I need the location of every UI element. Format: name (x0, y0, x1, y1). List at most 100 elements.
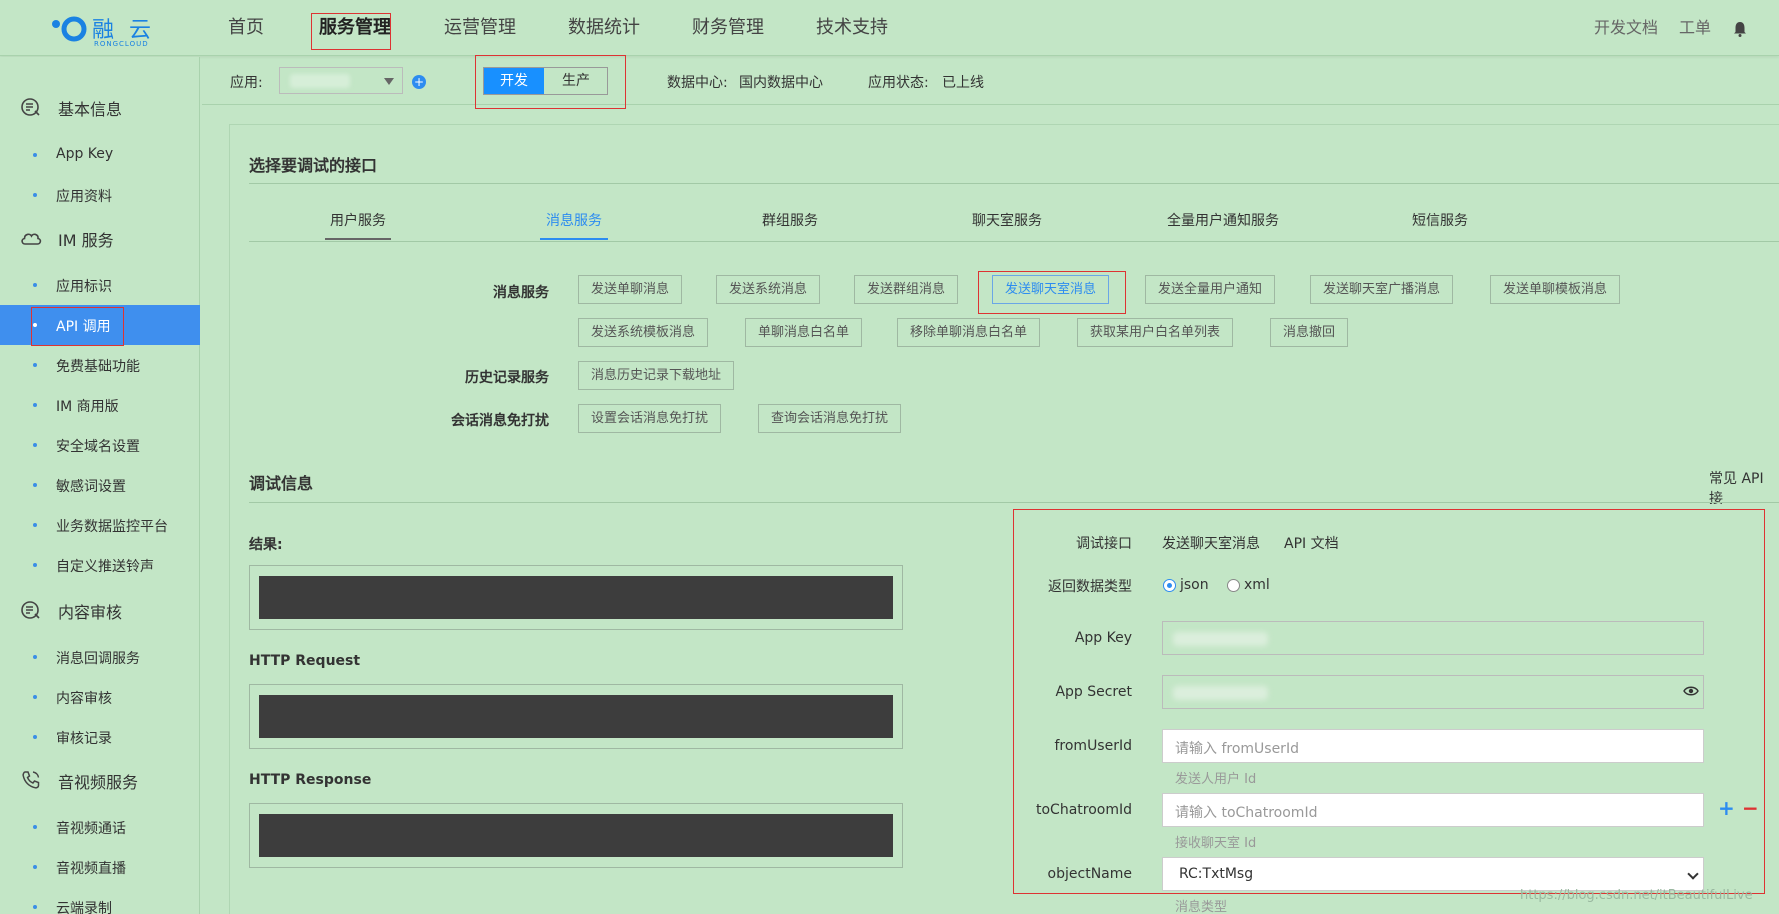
sidebar: 基本信息 App Key 应用资料 IM 服务 应用标识 API 调用 免费基础… (0, 57, 200, 914)
app-bar: 应用: + 开发 生产 数据中心: 国内数据中心 应用状态: 已上线 (202, 55, 1779, 109)
api-recall-message[interactable]: 消息撤回 (1270, 318, 1349, 347)
env-toggle: 开发 生产 (483, 67, 608, 95)
nav-finance-management[interactable]: 财务管理 (692, 0, 764, 56)
bullet-dot (33, 363, 37, 367)
from-user-input[interactable]: 请输入 fromUserId (1162, 729, 1704, 763)
sidebar-group-label: 基本信息 (58, 100, 123, 119)
api-history-download[interactable]: 消息历史记录下载地址 (578, 361, 735, 390)
sidebar-item-app-profile[interactable]: 应用资料 (0, 175, 200, 215)
api-send-system[interactable]: 发送系统消息 (716, 275, 821, 304)
add-field-icon[interactable]: + (1718, 798, 1735, 818)
chevron-down-icon (1687, 868, 1699, 880)
tab-group-service[interactable]: 群组服务 (762, 210, 818, 230)
select-api-title: 选择要调试的接口 (249, 156, 378, 175)
http-response-box (249, 803, 903, 868)
sidebar-group-basic-info[interactable]: 基本信息 (0, 86, 200, 126)
api-send-private-template[interactable]: 发送单聊模板消息 (1490, 275, 1621, 304)
divider (249, 183, 1779, 184)
api-send-broadcast[interactable]: 发送全量用户通知 (1145, 275, 1276, 304)
sidebar-item-av-call[interactable]: 音视频通话 (0, 807, 200, 847)
sidebar-item-cloud-recording[interactable]: 云端录制 (0, 887, 200, 914)
caret-down-icon (384, 78, 394, 85)
api-private-whitelist[interactable]: 单聊消息白名单 (745, 318, 863, 347)
result-label: 结果: (249, 537, 283, 553)
sidebar-item-content-review[interactable]: 内容审核 (0, 677, 200, 717)
sidebar-item-label: 应用资料 (56, 189, 112, 205)
radio-json[interactable] (1163, 579, 1176, 592)
env-prod-button[interactable]: 生产 (545, 68, 607, 94)
api-get-user-whitelist[interactable]: 获取某用户白名单列表 (1077, 318, 1234, 347)
remove-field-icon[interactable]: − (1742, 798, 1759, 818)
object-name-value: RC:TxtMsg (1179, 866, 1254, 882)
sidebar-item-label: 音视频通话 (56, 821, 126, 837)
debug-api-label: 调试接口 (1076, 536, 1132, 552)
add-app-icon[interactable]: + (412, 75, 426, 89)
sidebar-item-label: 消息回调服务 (56, 651, 140, 667)
sidebar-item-av-live[interactable]: 音视频直播 (0, 847, 200, 887)
sidebar-item-label: 自定义推送铃声 (56, 559, 154, 575)
api-send-private[interactable]: 发送单聊消息 (578, 275, 683, 304)
appsecret-value-blurred (1173, 686, 1268, 700)
sidebar-item-app-identity[interactable]: 应用标识 (0, 265, 200, 305)
debug-divider (249, 502, 1779, 503)
appsecret-input[interactable] (1162, 675, 1704, 709)
tab-user-service[interactable]: 用户服务 (330, 210, 386, 230)
api-remove-private-whitelist[interactable]: 移除单聊消息白名单 (897, 318, 1041, 347)
env-dev-button[interactable]: 开发 (484, 68, 544, 94)
nav-data-statistics[interactable]: 数据统计 (568, 0, 640, 56)
http-request-content-redacted (259, 695, 893, 738)
sidebar-group-content-review[interactable]: 内容审核 (0, 589, 200, 629)
api-send-group[interactable]: 发送群组消息 (854, 275, 959, 304)
radio-xml[interactable] (1227, 579, 1240, 592)
rongcloud-logo[interactable]: 融 云 RONGCLOUD (46, 10, 156, 50)
sidebar-item-app-key[interactable]: App Key (0, 135, 200, 175)
row-label-message-service: 消息服务 (493, 285, 549, 301)
appsecret-label: App Secret (1055, 684, 1132, 700)
bullet-dot (33, 483, 37, 487)
api-query-dnd[interactable]: 查询会话消息免打扰 (758, 404, 902, 433)
api-doc-link[interactable]: API 文档 (1284, 533, 1339, 553)
nav-ticket[interactable]: 工单 (1679, 0, 1711, 56)
sidebar-item-free-basic[interactable]: 免费基础功能 (0, 345, 200, 385)
http-request-box (249, 684, 903, 749)
bullet-dot (33, 905, 37, 909)
cloud-icon (21, 233, 42, 245)
bell-icon[interactable] (1733, 21, 1747, 37)
http-request-label: HTTP Request (249, 653, 361, 669)
app-status-value: 已上线 (942, 75, 984, 91)
tab-message-service[interactable]: 消息服务 (546, 210, 602, 230)
object-name-hint: 消息类型 (1175, 900, 1228, 914)
sidebar-item-data-monitor[interactable]: 业务数据监控平台 (0, 505, 200, 545)
tab-chatroom-service[interactable]: 聊天室服务 (972, 210, 1042, 230)
tab-broadcast-service[interactable]: 全量用户通知服务 (1167, 210, 1279, 230)
sidebar-item-review-records[interactable]: 审核记录 (0, 717, 200, 757)
appkey-input[interactable] (1162, 621, 1704, 655)
api-set-dnd[interactable]: 设置会话消息免打扰 (578, 404, 722, 433)
sidebar-item-im-commercial[interactable]: IM 商用版 (0, 385, 200, 425)
sidebar-item-label: 安全域名设置 (56, 439, 140, 455)
watermark: https://blog.csdn.net/itBeautifulLive (1520, 888, 1753, 903)
object-name-select[interactable]: RC:TxtMsg (1162, 857, 1704, 891)
nav-operation-management[interactable]: 运营管理 (444, 0, 516, 56)
sidebar-item-push-ringtone[interactable]: 自定义推送铃声 (0, 545, 200, 585)
nav-dev-docs[interactable]: 开发文档 (1594, 0, 1658, 56)
tabs-divider (249, 241, 1779, 242)
app-select[interactable] (279, 67, 403, 94)
sidebar-group-im-service[interactable]: IM 服务 (0, 217, 200, 257)
sidebar-item-label: 云端录制 (56, 901, 112, 914)
nav-tech-support[interactable]: 技术支持 (816, 0, 888, 56)
eye-icon[interactable] (1683, 685, 1699, 697)
sidebar-item-label: 应用标识 (56, 279, 112, 295)
sidebar-group-av-service[interactable]: 音视频服务 (0, 759, 200, 799)
to-chatroom-placeholder: 请输入 toChatroomId (1175, 805, 1318, 821)
nav-home[interactable]: 首页 (228, 0, 264, 56)
to-chatroom-label: toChatroomId (1035, 802, 1132, 818)
sidebar-item-sensitive-words[interactable]: 敏感词设置 (0, 465, 200, 505)
tab-sms-service[interactable]: 短信服务 (1412, 210, 1468, 230)
sidebar-item-message-callback[interactable]: 消息回调服务 (0, 637, 200, 677)
bullet-dot (33, 735, 37, 739)
to-chatroom-input[interactable]: 请输入 toChatroomId (1162, 793, 1704, 827)
api-send-system-template[interactable]: 发送系统模板消息 (578, 318, 709, 347)
api-send-chatroom-broadcast[interactable]: 发送聊天室广播消息 (1310, 275, 1454, 304)
sidebar-item-secure-domain[interactable]: 安全域名设置 (0, 425, 200, 465)
